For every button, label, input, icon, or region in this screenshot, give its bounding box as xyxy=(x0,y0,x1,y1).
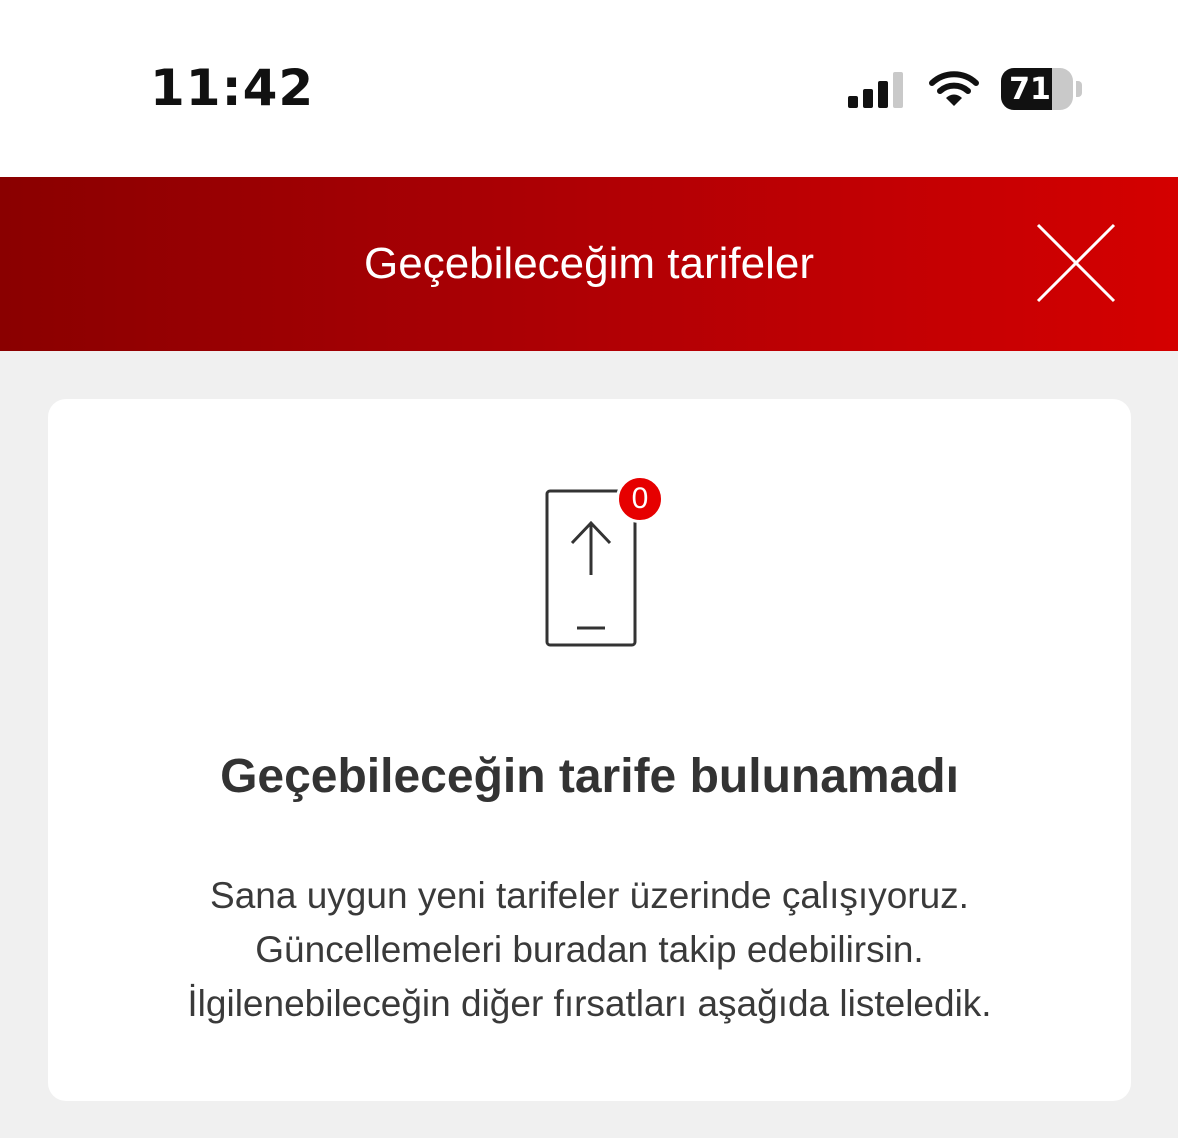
close-icon xyxy=(1036,223,1116,303)
wifi-icon xyxy=(929,71,979,106)
description-line: Güncellemeleri buradan takip edebilirsin… xyxy=(255,929,924,970)
close-button[interactable] xyxy=(1034,221,1118,305)
status-bar: 11:42 71 xyxy=(0,0,1178,177)
page-header: Geçebileceğim tarifeler xyxy=(0,177,1178,351)
description-line: İlgilenebileceğin diğer fırsatları aşağı… xyxy=(187,983,992,1024)
description-line: Sana uygun yeni tarifeler üzerinde çalış… xyxy=(210,875,969,916)
page-title: Geçebileceğim tarifeler xyxy=(364,239,814,288)
status-icons: 71 xyxy=(848,66,1082,112)
cellular-signal-icon xyxy=(848,70,903,108)
empty-state-card: 0 Geçebileceğin tarife bulunamadı Sana u… xyxy=(48,399,1131,1101)
count-badge: 0 xyxy=(616,475,664,523)
battery-icon: 71 xyxy=(1001,68,1073,110)
empty-state-description: Sana uygun yeni tarifeler üzerinde çalış… xyxy=(68,869,1111,1031)
status-time: 11:42 xyxy=(150,59,315,117)
empty-state-title: Geçebileceğin tarife bulunamadı xyxy=(220,750,959,803)
battery-level: 71 xyxy=(1009,71,1051,107)
